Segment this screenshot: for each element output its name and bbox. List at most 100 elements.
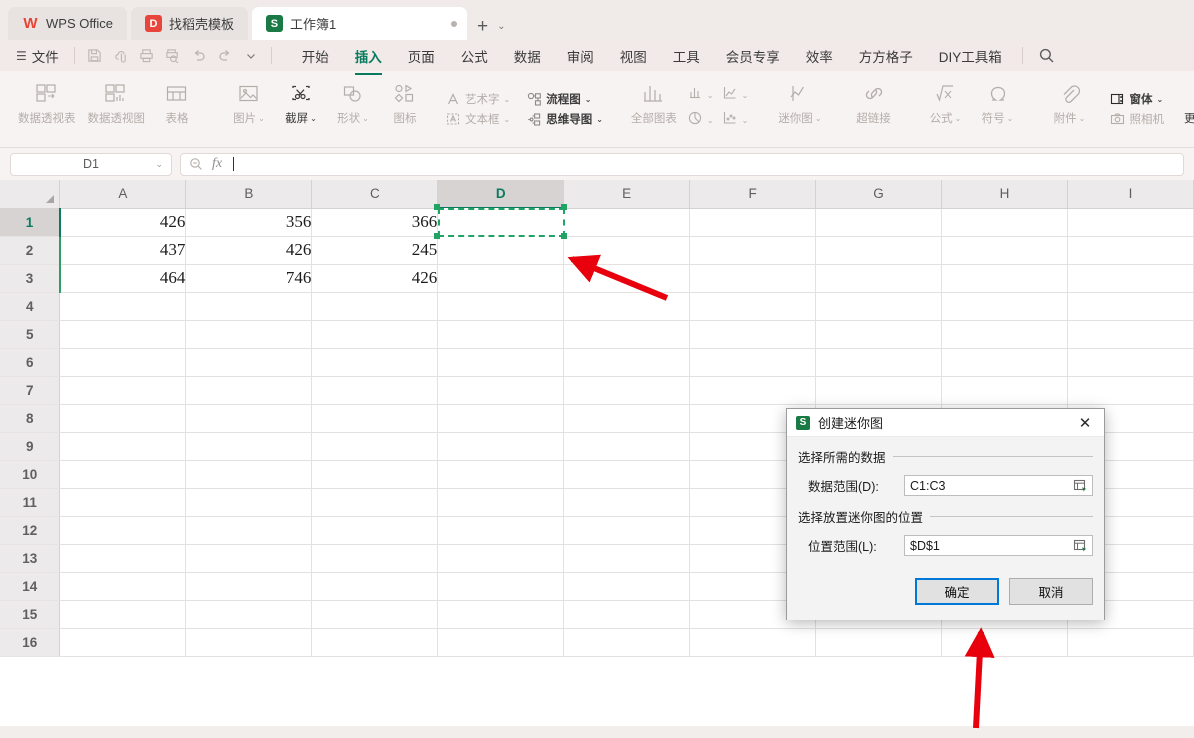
cell-E7[interactable]: [563, 376, 691, 405]
cell-E16[interactable]: [563, 628, 691, 657]
range-picker-icon[interactable]: [1072, 538, 1089, 554]
cancel-button[interactable]: 取消: [1009, 578, 1093, 605]
tab-review[interactable]: 审阅: [554, 43, 607, 69]
cell-B14[interactable]: [185, 572, 313, 601]
sparkline-button[interactable]: 迷你图 ⌄: [772, 76, 827, 126]
row-header-9[interactable]: 9: [0, 432, 61, 461]
customize-chevron-down-icon[interactable]: [238, 45, 264, 67]
cell-A7[interactable]: [59, 376, 187, 405]
column-header-e[interactable]: E: [563, 180, 691, 209]
cell-C5[interactable]: [311, 320, 439, 349]
cell-G16[interactable]: [815, 628, 943, 657]
cell-D7[interactable]: [437, 376, 565, 405]
cell-G6[interactable]: [815, 348, 943, 377]
cell-E4[interactable]: [563, 292, 691, 321]
row-header-4[interactable]: 4: [0, 292, 61, 321]
cell-C11[interactable]: [311, 488, 439, 517]
cell-C8[interactable]: [311, 404, 439, 433]
cell-I4[interactable]: [1067, 292, 1194, 321]
cell-F1[interactable]: [689, 208, 817, 237]
cell-E6[interactable]: [563, 348, 691, 377]
cell-C9[interactable]: [311, 432, 439, 461]
cell-G2[interactable]: [815, 236, 943, 265]
cell-F5[interactable]: [689, 320, 817, 349]
wordart-button[interactable]: 艺术字 ⌄: [440, 89, 515, 109]
cell-I16[interactable]: [1067, 628, 1194, 657]
cell-H4[interactable]: [941, 292, 1068, 321]
hyperlink-button[interactable]: 超链接: [848, 76, 900, 126]
column-header-a[interactable]: A: [59, 180, 187, 209]
cell-E2[interactable]: [563, 236, 691, 265]
cell-E1[interactable]: [563, 208, 691, 237]
cell-F6[interactable]: [689, 348, 817, 377]
cell-C10[interactable]: [311, 460, 439, 489]
tab-fanfangezi[interactable]: 方方格子: [846, 43, 926, 69]
cell-F4[interactable]: [689, 292, 817, 321]
select-all-corner[interactable]: [0, 180, 61, 209]
range-picker-icon[interactable]: [1072, 478, 1089, 494]
tab-list-chevron-down-icon[interactable]: ⌄: [497, 21, 505, 32]
cell-D11[interactable]: [437, 488, 565, 517]
attachment-button[interactable]: 附件 ⌄: [1044, 76, 1096, 126]
row-header-10[interactable]: 10: [0, 460, 61, 489]
dialog-title-bar[interactable]: S 创建迷你图 ✕: [787, 409, 1104, 437]
cell-G5[interactable]: [815, 320, 943, 349]
cell-H1[interactable]: [941, 208, 1068, 237]
cell-C7[interactable]: [311, 376, 439, 405]
column-header-c[interactable]: C: [311, 180, 439, 209]
textbox-button[interactable]: 文本框 ⌄: [440, 109, 515, 129]
cell-A9[interactable]: [59, 432, 187, 461]
scatter-chart-button[interactable]: ⌄: [718, 108, 753, 133]
cell-B13[interactable]: [185, 544, 313, 573]
row-header-13[interactable]: 13: [0, 544, 61, 573]
cell-A11[interactable]: [59, 488, 187, 517]
cell-E13[interactable]: [563, 544, 691, 573]
cell-B16[interactable]: [185, 628, 313, 657]
all-charts-button[interactable]: 全部图表: [625, 76, 683, 126]
cell-B3[interactable]: 746: [185, 264, 313, 293]
cell-D15[interactable]: [437, 600, 565, 629]
screenshot-button[interactable]: 截屏 ⌄: [275, 76, 327, 126]
cell-A10[interactable]: [59, 460, 187, 489]
cell-I7[interactable]: [1067, 376, 1194, 405]
cell-C13[interactable]: [311, 544, 439, 573]
row-header-2[interactable]: 2: [0, 236, 61, 265]
line-chart-button[interactable]: ⌄: [718, 83, 753, 108]
cell-H5[interactable]: [941, 320, 1068, 349]
cell-F7[interactable]: [689, 376, 817, 405]
camera-button[interactable]: 照相机: [1105, 109, 1170, 129]
cell-C4[interactable]: [311, 292, 439, 321]
cell-D9[interactable]: [437, 432, 565, 461]
print-preview-icon[interactable]: [160, 45, 186, 67]
tab-insert[interactable]: 插入: [342, 43, 395, 75]
pie-chart-button[interactable]: ⌄: [683, 108, 718, 133]
tab-diy-toolbox[interactable]: DIY工具箱: [926, 43, 1015, 69]
tab-workbook1[interactable]: S 工作簿1: [251, 7, 467, 40]
cell-E11[interactable]: [563, 488, 691, 517]
tab-template-store[interactable]: D 找稻壳模板: [130, 7, 248, 40]
cell-D5[interactable]: [437, 320, 565, 349]
cell-H2[interactable]: [941, 236, 1068, 265]
cell-E15[interactable]: [563, 600, 691, 629]
cell-A4[interactable]: [59, 292, 187, 321]
cell-E9[interactable]: [563, 432, 691, 461]
cell-C3[interactable]: 426: [311, 264, 439, 293]
cell-C1[interactable]: 366: [311, 208, 439, 237]
tab-efficiency[interactable]: 效率: [793, 43, 846, 69]
tab-view[interactable]: 视图: [607, 43, 660, 69]
cell-E5[interactable]: [563, 320, 691, 349]
name-box[interactable]: D1 ⌄: [10, 152, 172, 176]
tab-formula[interactable]: 公式: [448, 43, 501, 69]
cell-A1[interactable]: 426: [58, 208, 187, 237]
cell-G3[interactable]: [815, 264, 943, 293]
cell-H7[interactable]: [941, 376, 1068, 405]
cell-B9[interactable]: [185, 432, 313, 461]
cell-D2[interactable]: [437, 236, 565, 265]
cell-G7[interactable]: [815, 376, 943, 405]
pivot-chart-button[interactable]: 数据透视图: [82, 76, 152, 126]
tab-tools[interactable]: 工具: [660, 43, 713, 69]
row-header-6[interactable]: 6: [0, 348, 61, 377]
row-header-3[interactable]: 3: [0, 264, 61, 293]
symbol-button[interactable]: 符号 ⌄: [972, 76, 1024, 126]
cell-E14[interactable]: [563, 572, 691, 601]
